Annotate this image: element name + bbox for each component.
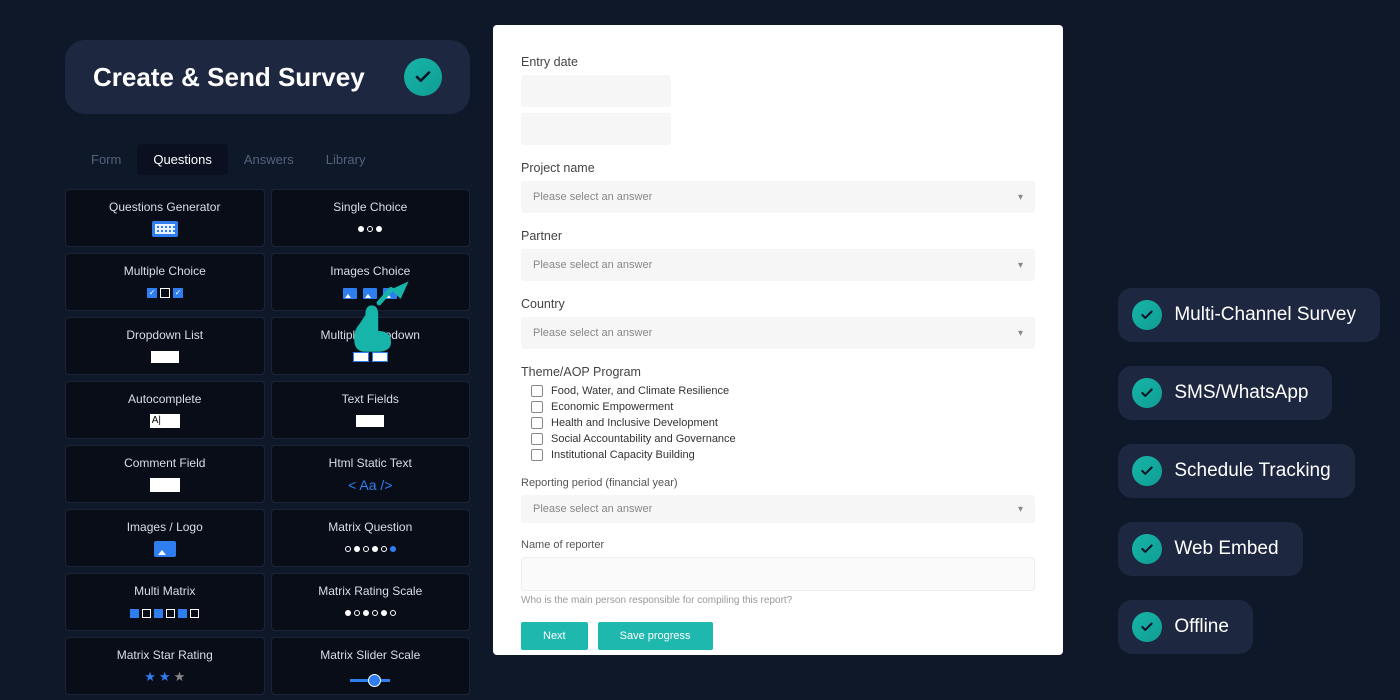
partner-select[interactable]: Please select an answer▾ (521, 249, 1035, 281)
tab-questions[interactable]: Questions (137, 144, 228, 175)
entry-date-field-1[interactable] (521, 75, 671, 107)
feature-list: Multi-Channel Survey SMS/WhatsApp Schedu… (1118, 288, 1380, 654)
feature-label: Schedule Tracking (1174, 460, 1330, 482)
next-button[interactable]: Next (521, 622, 588, 650)
chevron-down-icon: ▾ (1018, 328, 1023, 339)
comment-icon (150, 476, 180, 494)
qt-text-fields[interactable]: Text Fields (271, 381, 471, 439)
builder-panel: Create & Send Survey Form Questions Answ… (65, 40, 470, 695)
qt-comment-field[interactable]: Comment Field (65, 445, 265, 503)
slider-icon (350, 668, 390, 686)
qt-matrix-rating[interactable]: Matrix Rating Scale (271, 573, 471, 631)
chevron-down-icon: ▾ (1018, 260, 1023, 271)
tab-library[interactable]: Library (310, 144, 382, 175)
qt-matrix-question[interactable]: Matrix Question (271, 509, 471, 567)
feature-label: Web Embed (1174, 538, 1278, 560)
checkbox-row-icon (147, 284, 183, 302)
chevron-down-icon: ▾ (1018, 504, 1023, 515)
qt-single-choice[interactable]: Single Choice (271, 189, 471, 247)
feature-chip: Web Embed (1118, 522, 1302, 576)
entry-date-field-2[interactable] (521, 113, 671, 145)
qt-autocomplete[interactable]: AutocompleteA| (65, 381, 265, 439)
reporter-help-text: Who is the main person responsible for c… (521, 595, 1035, 606)
qt-images-choice[interactable]: Images Choice (271, 253, 471, 311)
theme-option[interactable]: Food, Water, and Climate Resilience (531, 385, 1035, 397)
matrix-icon (345, 540, 396, 558)
multi-matrix-icon (130, 604, 199, 622)
chevron-down-icon: ▾ (1018, 192, 1023, 203)
builder-tabs: Form Questions Answers Library (65, 144, 470, 175)
theme-option[interactable]: Health and Inclusive Development (531, 417, 1035, 429)
feature-chip: Schedule Tracking (1118, 444, 1354, 498)
image-tiles-icon (343, 284, 397, 302)
qt-questions-generator[interactable]: Questions Generator (65, 189, 265, 247)
qt-matrix-star[interactable]: Matrix Star Rating★★★ (65, 637, 265, 695)
qt-images-logo[interactable]: Images / Logo (65, 509, 265, 567)
feature-chip: Offline (1118, 600, 1253, 654)
image-icon (154, 540, 176, 558)
feature-label: Offline (1174, 616, 1229, 638)
checkbox-icon (531, 449, 543, 461)
textfield-icon (356, 412, 384, 430)
qt-multi-matrix[interactable]: Multi Matrix (65, 573, 265, 631)
feature-label: Multi-Channel Survey (1174, 304, 1356, 326)
checkbox-icon (531, 401, 543, 413)
stars-icon: ★★★ (144, 668, 185, 686)
dropdown-icon (151, 348, 179, 366)
project-name-select[interactable]: Please select an answer▾ (521, 181, 1035, 213)
save-progress-button[interactable]: Save progress (598, 622, 713, 650)
page-header: Create & Send Survey (65, 40, 470, 114)
reporter-label: Name of reporter (521, 539, 1035, 551)
checkbox-icon (531, 433, 543, 445)
radio-dots-icon (358, 220, 382, 238)
page-title: Create & Send Survey (93, 62, 365, 93)
feature-chip: SMS/WhatsApp (1118, 366, 1332, 420)
reporter-input[interactable] (521, 557, 1035, 591)
theme-checkboxes: Food, Water, and Climate Resilience Econ… (521, 385, 1035, 461)
check-icon (1132, 456, 1162, 486)
autocomplete-icon: A| (150, 412, 180, 430)
feature-chip: Multi-Channel Survey (1118, 288, 1380, 342)
country-label: Country (521, 297, 1035, 311)
checkbox-icon (531, 385, 543, 397)
qt-html-static-text[interactable]: Html Static Text< Aa /> (271, 445, 471, 503)
partner-label: Partner (521, 229, 1035, 243)
tab-form[interactable]: Form (75, 144, 137, 175)
html-icon: < Aa /> (348, 476, 392, 494)
check-icon (1132, 534, 1162, 564)
question-type-grid: Questions Generator Single Choice Multip… (65, 189, 470, 695)
survey-form-preview: Entry date Project name Please select an… (493, 25, 1063, 655)
theme-label: Theme/AOP Program (521, 365, 1035, 379)
qt-multiple-choice[interactable]: Multiple Choice (65, 253, 265, 311)
qt-matrix-slider[interactable]: Matrix Slider Scale (271, 637, 471, 695)
tab-answers[interactable]: Answers (228, 144, 310, 175)
check-icon (1132, 612, 1162, 642)
qt-multiple-dropdown[interactable]: Multiple Dropdown (271, 317, 471, 375)
check-icon (1132, 378, 1162, 408)
keyboard-icon (152, 220, 178, 238)
feature-label: SMS/WhatsApp (1174, 382, 1308, 404)
theme-option[interactable]: Institutional Capacity Building (531, 449, 1035, 461)
matrix-rating-icon (345, 604, 396, 622)
multi-dropdown-icon (353, 348, 388, 366)
theme-option[interactable]: Economic Empowerment (531, 401, 1035, 413)
entry-date-label: Entry date (521, 55, 1035, 69)
checkbox-icon (531, 417, 543, 429)
country-select[interactable]: Please select an answer▾ (521, 317, 1035, 349)
qt-dropdown-list[interactable]: Dropdown List (65, 317, 265, 375)
check-icon (404, 58, 442, 96)
reporting-label: Reporting period (financial year) (521, 477, 1035, 489)
reporting-select[interactable]: Please select an answer▾ (521, 495, 1035, 523)
check-icon (1132, 300, 1162, 330)
project-name-label: Project name (521, 161, 1035, 175)
theme-option[interactable]: Social Accountability and Governance (531, 433, 1035, 445)
